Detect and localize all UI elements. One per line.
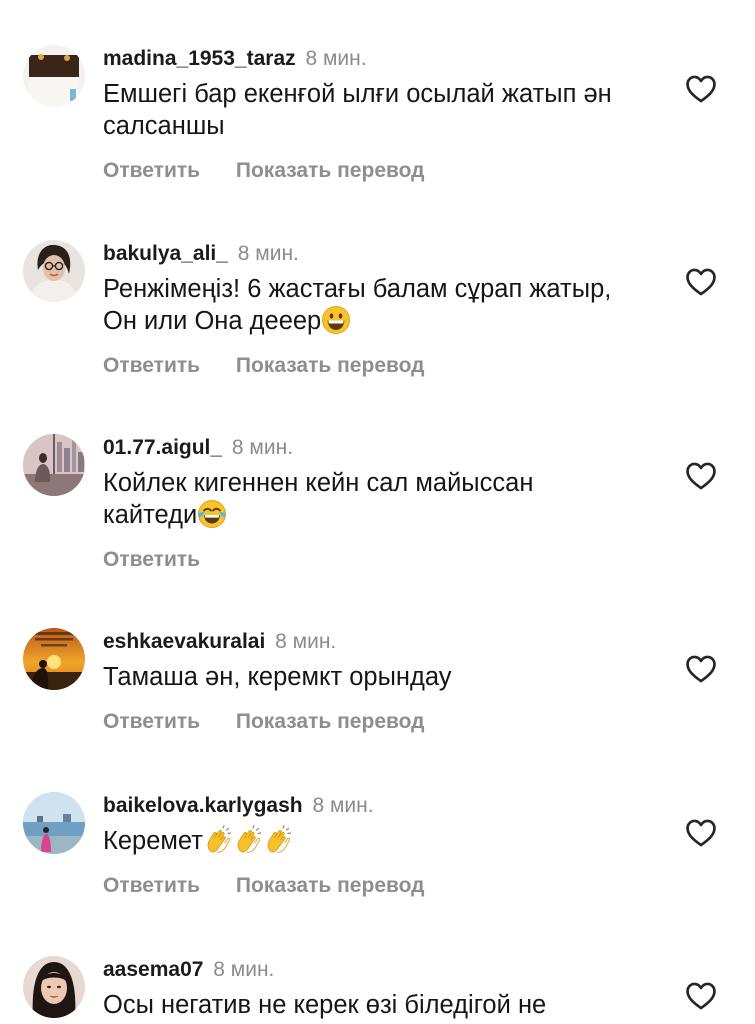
tears-of-joy-emoji: [197, 499, 227, 529]
comment-actions: Ответить Показать перевод: [103, 709, 425, 735]
reply-button[interactable]: Ответить: [103, 159, 200, 182]
comment-actions: Ответить Показать перевод: [103, 353, 425, 379]
grinning-face-emoji: [321, 305, 351, 335]
heart-icon[interactable]: [684, 816, 718, 850]
comment-text-body: Койлек кигеннен кейн сал майыссан кайтед…: [103, 469, 534, 529]
username[interactable]: baikelova.karlygash: [103, 794, 303, 817]
avatar[interactable]: [23, 240, 85, 302]
show-translation-button[interactable]: Показать перевод: [236, 159, 425, 182]
username[interactable]: madina_1953_taraz: [103, 47, 296, 70]
username[interactable]: eshkaevakuralai: [103, 630, 265, 653]
comment-header: bakulya_ali_ 8 мин.: [103, 241, 299, 267]
clapping-hands-emoji: [233, 825, 263, 855]
username[interactable]: bakulya_ali_: [103, 242, 228, 265]
comment-actions: Ответить Показать перевод: [103, 158, 425, 184]
timestamp: 8 мин.: [312, 794, 374, 817]
show-translation-button[interactable]: Показать перевод: [236, 710, 425, 733]
comment-header: aasema07 8 мин.: [103, 957, 274, 983]
comment-header: baikelova.karlygash 8 мин.: [103, 793, 374, 819]
timestamp: 8 мин.: [213, 958, 275, 981]
comment-header: 01.77.aigul_ 8 мин.: [103, 435, 293, 461]
avatar[interactable]: [23, 434, 85, 496]
heart-icon[interactable]: [684, 265, 718, 299]
comment-text: Керемет: [103, 825, 663, 857]
username[interactable]: aasema07: [103, 958, 203, 981]
heart-icon[interactable]: [684, 652, 718, 686]
heart-icon[interactable]: [684, 72, 718, 106]
timestamp: 8 мин.: [305, 47, 367, 70]
comment-header: eshkaevakuralai 8 мин.: [103, 629, 336, 655]
heart-icon[interactable]: [684, 459, 718, 493]
comment-text-body: Керемет: [103, 827, 203, 855]
comment-text-body: Тамаша ән, керемкт орындау: [103, 663, 452, 691]
reply-button[interactable]: Ответить: [103, 874, 200, 897]
comment-text: Емшегі бар екенғой ылғи осылай жатып ән …: [103, 78, 643, 142]
avatar[interactable]: [23, 956, 85, 1018]
avatar[interactable]: [23, 45, 85, 107]
comment-text: Койлек кигеннен кейн сал майыссан кайтед…: [103, 467, 623, 531]
avatar[interactable]: [23, 628, 85, 690]
timestamp: 8 мин.: [231, 436, 294, 459]
reply-button[interactable]: Ответить: [103, 354, 200, 377]
comment-actions: Ответить Показать перевод: [103, 873, 425, 899]
timestamp: 8 мин.: [237, 242, 299, 265]
show-translation-button[interactable]: Показать перевод: [236, 354, 425, 377]
comment-text: Осы негатив не керек өзі біледігой не: [103, 989, 623, 1021]
comment-text-body: Ренжімеңіз! 6 жастағы балам сұрап жатыр,…: [103, 275, 612, 335]
avatar[interactable]: [23, 792, 85, 854]
reply-button[interactable]: Ответить: [103, 548, 200, 571]
comment-actions: Ответить: [103, 547, 200, 573]
comment-header: madina_1953_taraz 8 мин.: [103, 46, 367, 72]
username[interactable]: 01.77.aigul_: [103, 436, 222, 459]
clapping-hands-emoji: [203, 825, 233, 855]
clapping-hands-emoji: [263, 825, 293, 855]
heart-icon[interactable]: [684, 979, 718, 1013]
reply-button[interactable]: Ответить: [103, 710, 200, 733]
timestamp: 8 мин.: [275, 630, 337, 653]
comment-text: Ренжімеңіз! 6 жастағы балам сұрап жатыр,…: [103, 273, 623, 337]
comment-text: Тамаша ән, керемкт орындау: [103, 661, 663, 693]
comment-text-body: Осы негатив не керек өзі біледігой не: [103, 991, 547, 1019]
show-translation-button[interactable]: Показать перевод: [236, 874, 425, 897]
comment-text-body: Емшегі бар екенғой ылғи осылай жатып ән …: [103, 80, 612, 140]
